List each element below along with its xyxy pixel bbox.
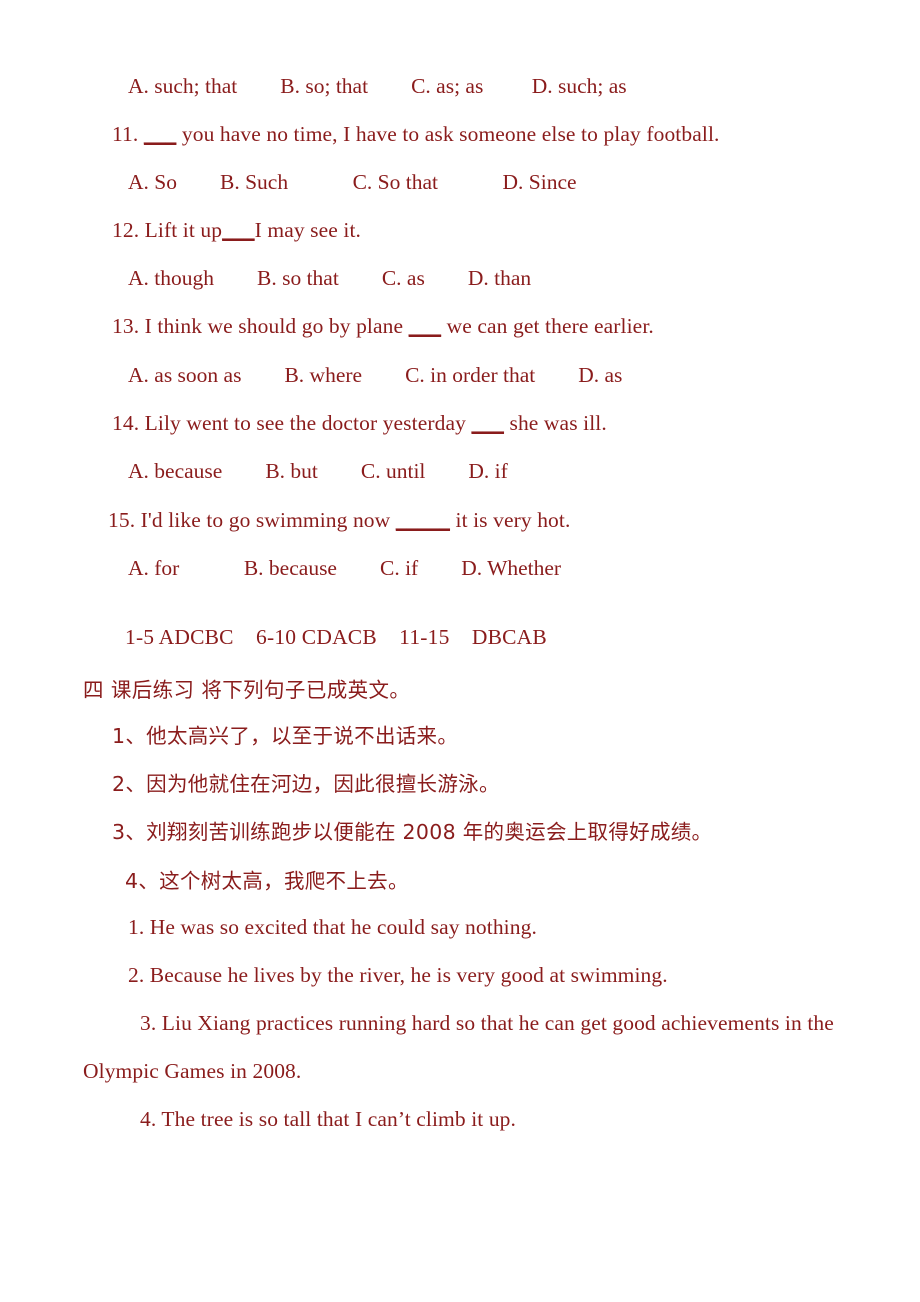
question-13-options: A. as soon as B. where C. in order that …: [128, 363, 623, 387]
q11-stem-after: you have no time, I have to ask someone …: [176, 122, 720, 146]
q15-stem-before: 15. I'd like to go swimming now: [108, 508, 396, 532]
question-12-options: A. though B. so that C. as D. than: [128, 266, 532, 290]
q13-stem-after: we can get there earlier.: [441, 314, 654, 338]
question-15-stem: 15. I'd like to go swimming now _____ it…: [108, 508, 570, 533]
question-11-options: A. So B. Such C. So that D. Since: [128, 170, 577, 194]
english-answer-3: 3. Liu Xiang practices running hard so t…: [140, 1011, 834, 1035]
answer-key-line: 1-5 ADCBC 6-10 CDACB 11-15 DBCAB: [125, 625, 547, 649]
chinese-sentence-3: 3、刘翔刻苦训练跑步以便能在 2008 年的奥运会上取得好成绩。: [112, 820, 713, 844]
chinese-sentence-2: 2、因为他就住在河边，因此很擅长游泳。: [112, 772, 500, 796]
english-answer-2: 2. Because he lives by the river, he is …: [128, 963, 668, 987]
question-10-options: A. such; that B. so; that C. as; as D. s…: [128, 74, 627, 98]
question-14-options: A. because B. but C. until D. if: [128, 459, 508, 483]
english-answer-1: 1. He was so excited that he could say n…: [128, 915, 537, 939]
question-15-options: A. for B. because C. if D. Whether: [128, 556, 562, 580]
question-13-stem: 13. I think we should go by plane ___ we…: [112, 314, 654, 339]
q12-stem-after: I may see it.: [254, 218, 362, 242]
q14-stem-after: she was ill.: [504, 411, 607, 435]
question-12-stem: 12. Lift it up___I may see it.: [112, 218, 361, 243]
section-heading: 四 课后练习 将下列句子已成英文。: [83, 678, 411, 702]
chinese-sentence-1: 1、他太高兴了，以至于说不出话来。: [112, 724, 459, 748]
q11-blank: ___: [143, 122, 177, 146]
q14-blank: ___: [471, 411, 505, 435]
q12-stem-before: 12. Lift it up: [112, 218, 223, 242]
q11-stem-before: 11.: [112, 122, 144, 146]
english-answer-4: 4. The tree is so tall that I can’t clim…: [140, 1107, 516, 1131]
question-14-stem: 14. Lily went to see the doctor yesterda…: [112, 411, 607, 436]
document-page: A. such; that B. so; that C. as; as D. s…: [0, 0, 920, 1302]
question-11-stem: 11. ___ you have no time, I have to ask …: [112, 122, 720, 147]
q15-blank: _____: [395, 508, 451, 532]
q12-blank: ___: [222, 218, 255, 242]
q14-stem-before: 14. Lily went to see the doctor yesterda…: [112, 411, 472, 435]
q13-stem-before: 13. I think we should go by plane: [112, 314, 409, 338]
english-answer-3-continuation: Olympic Games in 2008.: [83, 1059, 302, 1083]
q15-stem-after: it is very hot.: [450, 508, 571, 532]
chinese-sentence-4: 4、这个树太高，我爬不上去。: [125, 869, 409, 893]
q13-blank: ___: [408, 314, 442, 338]
